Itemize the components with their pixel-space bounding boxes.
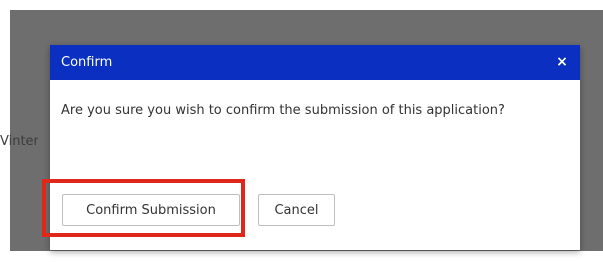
close-icon[interactable]: ×	[554, 53, 570, 71]
dialog-message: Are you sure you wish to confirm the sub…	[61, 103, 505, 118]
background-text: Vinter	[0, 134, 38, 149]
cancel-button[interactable]: Cancel	[258, 194, 335, 226]
dialog-header: Confirm ×	[50, 45, 580, 80]
confirm-dialog: Confirm × Are you sure you wish to confi…	[50, 45, 580, 250]
confirm-submission-button[interactable]: Confirm Submission	[62, 194, 240, 226]
dialog-title: Confirm	[61, 55, 113, 70]
